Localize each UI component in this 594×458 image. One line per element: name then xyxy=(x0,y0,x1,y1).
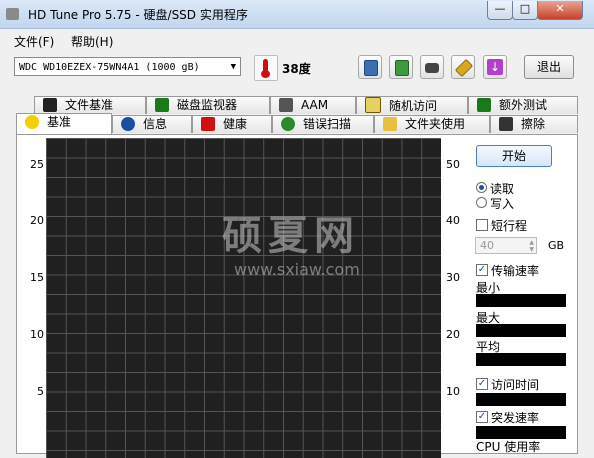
transfer-rate-checkbox[interactable]: ✓ xyxy=(476,264,488,276)
tab-folder-usage[interactable]: 文件夹使用 xyxy=(374,115,490,133)
menu-help[interactable]: 帮助(H) xyxy=(71,33,113,50)
y-left-tick: 15 xyxy=(30,271,44,284)
short-stroke-checkbox[interactable] xyxy=(476,219,488,231)
tab-extra-tests[interactable]: 额外测试 xyxy=(468,96,578,114)
random-access-icon xyxy=(365,97,381,113)
speaker-icon xyxy=(279,98,293,112)
tab-error-scan[interactable]: 错误扫描 xyxy=(272,115,374,133)
magnifier-icon xyxy=(281,117,295,131)
app-icon xyxy=(6,8,19,20)
short-stroke-gb-input[interactable]: 40 ▲ ▼ xyxy=(475,237,537,254)
info-icon xyxy=(121,117,135,131)
y-right-tick: 30 xyxy=(446,271,460,284)
start-button[interactable]: 开始 xyxy=(476,145,552,167)
y-right-tick: 50 xyxy=(446,158,460,171)
thermometer-icon xyxy=(254,55,278,81)
close-button[interactable]: ✕ xyxy=(537,1,583,20)
minimize-button[interactable]: — xyxy=(487,1,513,20)
tab-erase[interactable]: 擦除 xyxy=(490,115,578,133)
spin-up-icon[interactable]: ▲ xyxy=(529,239,534,246)
gb-value: 40 xyxy=(480,239,494,252)
lightbulb-icon xyxy=(25,115,39,129)
burst-rate-label: 突发速率 xyxy=(491,411,540,425)
file-benchmark-icon xyxy=(43,98,57,112)
y-left-tick: 10 xyxy=(30,328,44,341)
tab-label: 健康 xyxy=(223,117,248,131)
exit-button[interactable]: 退出 xyxy=(524,55,574,79)
tab-info[interactable]: 信息 xyxy=(112,115,192,133)
copy-info-button[interactable] xyxy=(389,55,413,79)
disk-monitor-icon xyxy=(155,98,169,112)
read-radio[interactable] xyxy=(476,182,487,193)
benchmark-chart xyxy=(46,138,441,458)
copy-icon xyxy=(364,60,378,76)
tab-label: 磁盘监视器 xyxy=(177,98,238,112)
y-right-tick: 40 xyxy=(446,214,460,227)
tab-label: 文件夹使用 xyxy=(405,117,466,131)
tab-file-benchmark[interactable]: 文件基准 xyxy=(34,96,146,114)
chevron-down-icon: ▼ xyxy=(230,62,236,72)
tab-label: AAM xyxy=(301,98,329,112)
menu-file[interactable]: 文件(F) xyxy=(14,33,54,50)
title-bar: HD Tune Pro 5.75 - 硬盘/SSD 实用程序 — □ ✕ xyxy=(0,0,594,29)
camera-icon xyxy=(425,63,439,73)
y-left-tick: 5 xyxy=(37,385,44,398)
access-time-checkbox[interactable]: ✓ xyxy=(476,378,488,390)
access-time-value xyxy=(476,393,566,406)
tab-health[interactable]: 健康 xyxy=(192,115,272,133)
spin-down-icon[interactable]: ▼ xyxy=(529,246,534,253)
y-left-tick: 20 xyxy=(30,214,44,227)
tab-label: 基准 xyxy=(47,115,72,129)
extra-tests-icon xyxy=(477,98,491,112)
tab-label: 擦除 xyxy=(521,117,546,131)
watermark: 硕夏网 xyxy=(222,213,360,259)
tab-aam[interactable]: AAM xyxy=(270,96,356,114)
drive-select-value: WDC WD10EZEX-75WN4A1 (1000 gB) xyxy=(19,62,200,73)
gb-unit: GB xyxy=(548,239,565,252)
tab-label: 错误扫描 xyxy=(303,117,352,131)
avg-value xyxy=(476,353,566,366)
options-button[interactable] xyxy=(451,55,475,79)
temperature-value: 38度 xyxy=(282,62,311,76)
cpu-usage-label: CPU 使用率 xyxy=(476,440,541,454)
menu-bar: 文件(F) 帮助(H) xyxy=(0,29,594,51)
watermark-url: www.sxiaw.com xyxy=(234,260,360,279)
copy-button[interactable] xyxy=(358,55,382,79)
y-left-tick: 25 xyxy=(30,158,44,171)
tab-label: 随机访问 xyxy=(389,99,438,113)
maximize-button[interactable]: □ xyxy=(512,1,538,20)
tools-icon xyxy=(454,58,474,78)
drive-select[interactable]: WDC WD10EZEX-75WN4A1 (1000 gB) ▼ xyxy=(14,57,241,76)
write-radio[interactable] xyxy=(476,197,487,208)
window-title: HD Tune Pro 5.75 - 硬盘/SSD 实用程序 xyxy=(28,8,248,22)
tab-label: 额外测试 xyxy=(499,98,548,112)
tab-random-access[interactable]: 随机访问 xyxy=(356,96,468,114)
folder-icon xyxy=(383,117,397,131)
trash-icon xyxy=(499,117,513,131)
y-right-tick: 20 xyxy=(446,328,460,341)
download-icon: ↓ xyxy=(487,59,503,75)
tab-disk-monitor[interactable]: 磁盘监视器 xyxy=(146,96,270,114)
tab-label: 信息 xyxy=(143,117,168,131)
health-cross-icon xyxy=(201,117,215,131)
max-value xyxy=(476,324,566,337)
y-right-tick: 10 xyxy=(446,385,460,398)
screenshot-button[interactable] xyxy=(420,55,444,79)
access-time-label: 访问时间 xyxy=(491,378,540,392)
transfer-rate-label: 传输速率 xyxy=(491,264,540,278)
min-value xyxy=(476,294,566,307)
tab-label: 文件基准 xyxy=(65,98,114,112)
tab-benchmark[interactable]: 基准 xyxy=(16,113,112,134)
short-stroke-label: 短行程 xyxy=(491,219,528,233)
write-label: 写入 xyxy=(490,197,515,211)
burst-rate-checkbox[interactable]: ✓ xyxy=(476,411,488,423)
copy-info-icon xyxy=(395,60,409,76)
save-button[interactable]: ↓ xyxy=(483,55,507,79)
